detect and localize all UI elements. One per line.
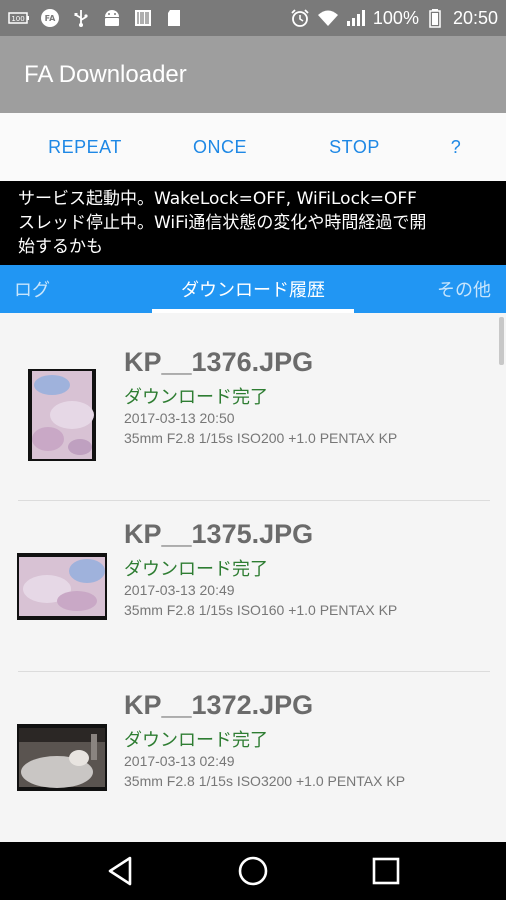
list-item[interactable]: KP__1375.JPG ダウンロード完了 2017-03-13 20:49 3…: [0, 501, 506, 671]
exif-info: 35mm F2.8 1/15s ISO3200 +1.0 PENTAX KP: [124, 773, 406, 789]
repeat-button[interactable]: REPEAT: [30, 113, 140, 181]
stop-button[interactable]: STOP: [312, 113, 397, 181]
signal-icon: [345, 8, 367, 28]
back-icon[interactable]: [100, 851, 140, 891]
status-bar: 100 FA 100% 20:50: [0, 0, 506, 36]
exif-info: 35mm F2.8 1/15s ISO160 +1.0 PENTAX KP: [124, 602, 398, 618]
recent-apps-icon[interactable]: [366, 851, 406, 891]
tab-download-history[interactable]: ダウンロード履歴: [152, 265, 354, 313]
photo-thumbnail: [17, 724, 107, 791]
control-bar: REPEAT ONCE STOP ?: [0, 113, 506, 181]
app-title: FA Downloader: [24, 60, 187, 88]
app-bar: FA Downloader: [0, 36, 506, 113]
help-button[interactable]: ?: [436, 113, 476, 181]
file-name: KP__1375.JPG: [124, 519, 314, 549]
status-line-1: サービス起動中。WakeLock=OFF, WiFiLock=OFF: [18, 189, 417, 209]
service-status-message: サービス起動中。WakeLock=OFF, WiFiLock=OFF スレッド停…: [0, 181, 506, 265]
clock: 20:50: [452, 7, 498, 28]
list-item[interactable]: KP__1372.JPG ダウンロード完了 2017-03-13 02:49 3…: [0, 672, 506, 842]
exif-info: 35mm F2.8 1/15s ISO200 +1.0 PENTAX KP: [124, 430, 398, 446]
home-icon[interactable]: [233, 851, 273, 891]
tab-log[interactable]: ログ: [14, 265, 50, 313]
android-icon: [101, 8, 123, 28]
fa-icon: FA: [39, 8, 61, 28]
status-line-2: スレッド停止中。WiFi通信状態の変化や時間経過で開: [18, 213, 427, 233]
usb-icon: [70, 8, 92, 28]
tab-other[interactable]: その他: [437, 265, 491, 313]
once-button[interactable]: ONCE: [175, 113, 265, 181]
sd-card-icon: [163, 8, 185, 28]
photo-thumbnail: [17, 553, 107, 620]
battery-100-icon: 100: [8, 8, 30, 28]
alarm-icon: [289, 8, 311, 28]
svg-text:100: 100: [11, 15, 24, 23]
tab-bar: ログ ダウンロード履歴 その他: [0, 265, 506, 313]
download-status: ダウンロード完了: [124, 730, 268, 751]
download-date: 2017-03-13 20:49: [124, 582, 235, 598]
photo-thumbnail: [28, 369, 96, 461]
download-status: ダウンロード完了: [124, 387, 268, 408]
system-nav-bar: [0, 842, 506, 900]
wifi-icon: [317, 8, 339, 28]
download-date: 2017-03-13 20:50: [124, 410, 235, 426]
file-name: KP__1372.JPG: [124, 690, 314, 720]
status-line-3: 始するかも: [18, 237, 103, 257]
download-history-list[interactable]: KP__1376.JPG ダウンロード完了 2017-03-13 20:50 3…: [0, 313, 506, 842]
list-item[interactable]: KP__1376.JPG ダウンロード完了 2017-03-13 20:50 3…: [0, 313, 506, 483]
svg-text:FA: FA: [45, 14, 57, 23]
download-date: 2017-03-13 02:49: [124, 753, 235, 769]
download-status: ダウンロード完了: [124, 559, 268, 580]
barcode-icon: [132, 8, 154, 28]
battery-percent: 100%: [372, 7, 419, 28]
file-name: KP__1376.JPG: [124, 347, 314, 377]
battery-icon: [425, 8, 447, 28]
